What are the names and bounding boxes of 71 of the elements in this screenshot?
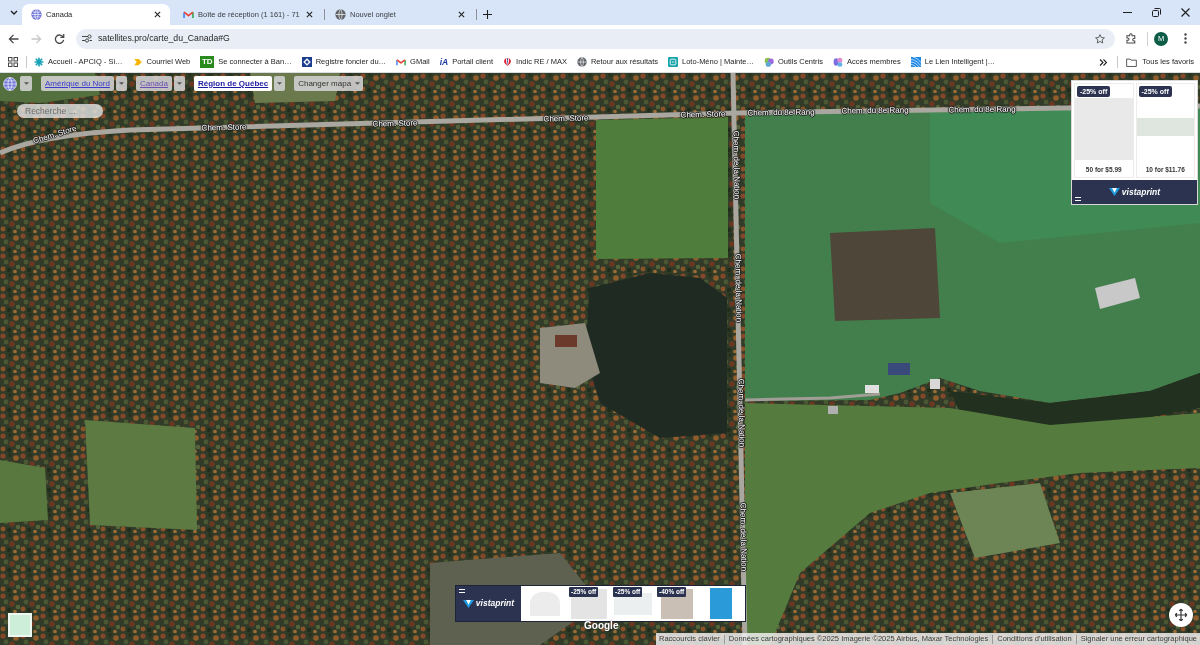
road-label: Chem. de la Nation <box>733 253 743 323</box>
favicon-tile: TD <box>200 56 215 68</box>
back-arrow-icon[interactable] <box>8 33 19 44</box>
close-icon[interactable] <box>458 11 465 18</box>
globe-icon <box>576 57 587 67</box>
globe-icon <box>335 9 346 20</box>
stripes-icon <box>910 57 921 67</box>
sliders-icon[interactable] <box>82 34 92 43</box>
petals-icon <box>833 57 844 67</box>
building <box>555 335 577 347</box>
road-label: Chem. de la Nation <box>738 502 748 572</box>
move-icon <box>1174 608 1188 622</box>
mail-icon <box>396 58 407 66</box>
folder-icon <box>1126 57 1138 67</box>
globe-icon <box>31 9 42 20</box>
road-label: Chem. Store <box>201 123 247 133</box>
menu-icon[interactable] <box>459 589 465 593</box>
search-field[interactable]: Recherche ... <box>17 104 103 118</box>
region-link[interactable]: Canada <box>135 76 172 91</box>
caret-icon <box>277 82 283 85</box>
restore-icon[interactable] <box>1152 8 1161 17</box>
building <box>888 363 910 375</box>
circles-icon <box>764 57 774 67</box>
close-icon[interactable] <box>1181 8 1190 17</box>
ad-logo: vistaprint <box>1121 187 1161 197</box>
logo-text: iA <box>439 57 449 67</box>
menu-icon[interactable] <box>1075 197 1081 201</box>
photo-placeholder <box>1136 118 1194 136</box>
caret-icon <box>23 82 29 85</box>
dropdown-button[interactable] <box>115 76 127 91</box>
road-label: Chem. Store <box>32 124 78 146</box>
more-icon[interactable] <box>1183 33 1187 44</box>
caret-icon <box>355 82 361 85</box>
ad-logo: vistaprint <box>475 599 515 608</box>
triangle-icon <box>462 599 474 608</box>
puzzle-icon[interactable] <box>1125 33 1137 44</box>
map-type-dropdown[interactable]: Changer mapa <box>294 76 364 91</box>
building <box>930 379 940 389</box>
star-icon[interactable] <box>1095 33 1105 44</box>
close-icon[interactable] <box>306 11 313 18</box>
road-label: Chem. du 8e Rang <box>841 106 909 116</box>
building <box>1095 278 1140 309</box>
reload-icon[interactable] <box>54 33 65 44</box>
diamond-icon <box>301 57 312 67</box>
globe-icon[interactable] <box>3 76 17 91</box>
address-field[interactable]: satellites.pro/carte_du_Canada#G <box>76 28 1115 49</box>
road-label: Chem. du 8e Rang <box>948 105 1016 115</box>
caret-icon <box>118 82 124 85</box>
region-link[interactable]: Amérique du Nord <box>41 76 114 91</box>
building <box>865 385 879 393</box>
map-provider-logo: Google <box>584 621 619 631</box>
dropdown-button[interactable] <box>173 76 185 91</box>
plus-icon[interactable] <box>482 10 492 19</box>
caret-icon <box>176 82 182 85</box>
clearing <box>540 323 600 388</box>
arrow-icon <box>132 57 143 67</box>
tile-icon <box>668 57 679 67</box>
asterisk-icon <box>34 57 44 67</box>
road-label: Chem. de la Nation <box>731 130 741 200</box>
photo-placeholder <box>1075 98 1133 160</box>
chevron-down-icon[interactable] <box>9 10 18 15</box>
building <box>828 406 838 414</box>
road-label: Chem. de la Nation <box>736 378 746 448</box>
grid-icon[interactable] <box>8 57 18 67</box>
field <box>0 460 48 523</box>
mail-icon <box>183 10 194 19</box>
region-link[interactable]: Région de Québec <box>193 76 273 91</box>
double-chevron-icon[interactable] <box>1099 58 1108 66</box>
close-icon[interactable] <box>154 11 161 18</box>
balloon-icon <box>503 57 513 67</box>
triangle-icon <box>1108 188 1120 196</box>
